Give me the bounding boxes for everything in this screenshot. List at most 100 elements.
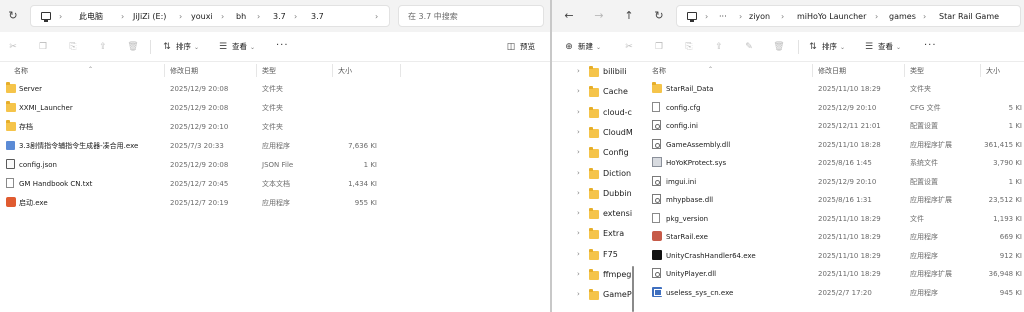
breadcrumb-bh[interactable]: bh bbox=[236, 11, 246, 22]
preview-button[interactable]: 预览 bbox=[520, 42, 535, 52]
breadcrumb-ziyon[interactable]: ziyon bbox=[749, 11, 770, 22]
expand-chevron-icon[interactable]: › bbox=[577, 189, 580, 197]
column-name[interactable]: 名称 bbox=[652, 66, 666, 76]
file-row[interactable]: imgui.ini 2025/12/9 20:10 配置设置 1 KI bbox=[638, 173, 1024, 191]
view-icon[interactable]: ☰ bbox=[862, 41, 876, 53]
more-options-button[interactable]: ··· bbox=[276, 40, 289, 51]
expand-chevron-icon[interactable]: › bbox=[577, 290, 580, 298]
tree-item[interactable]: › bilibili bbox=[552, 62, 632, 82]
tree-item[interactable]: › CloudM bbox=[552, 123, 632, 143]
file-row[interactable]: 存档 2025/12/9 20:10 文件夹 bbox=[0, 118, 550, 136]
tree-item[interactable]: › GamePl bbox=[552, 285, 632, 305]
tree-item[interactable]: › Diction bbox=[552, 164, 632, 184]
view-button[interactable]: 查看 ⌄ bbox=[878, 42, 901, 53]
file-row[interactable]: UnityCrashHandler64.exe 2025/11/10 18:29 应… bbox=[638, 247, 1024, 265]
cut-icon[interactable]: ✂ bbox=[6, 41, 20, 53]
tree-item[interactable]: › F75 bbox=[552, 245, 632, 265]
view-icon[interactable]: ☰ bbox=[216, 41, 230, 53]
sort-icon[interactable]: ⇅ bbox=[806, 41, 820, 53]
expand-chevron-icon[interactable]: › bbox=[577, 108, 580, 116]
file-row[interactable]: XXMI_Launcher 2025/12/9 20:08 文件夹 bbox=[0, 99, 550, 117]
tree-item[interactable]: › extensi bbox=[552, 204, 632, 224]
column-size[interactable]: 大小 bbox=[338, 66, 352, 76]
breadcrumb-drive[interactable]: JiJiZi (E:) bbox=[133, 11, 166, 22]
copy-icon[interactable]: ❐ bbox=[36, 41, 50, 53]
tree-scrollbar-thumb[interactable] bbox=[632, 266, 634, 312]
file-row[interactable]: GM Handbook CN.txt 2025/12/7 20:45 文本文档 1,4… bbox=[0, 175, 550, 193]
share-icon[interactable]: ⇪ bbox=[96, 41, 110, 53]
up-icon[interactable]: ↑ bbox=[622, 9, 636, 23]
cut-icon[interactable]: ✂ bbox=[622, 41, 636, 53]
left-search-input[interactable]: 在 3.7 中搜索 bbox=[398, 5, 544, 27]
rename-icon[interactable]: ✎ bbox=[742, 41, 756, 53]
sort-button[interactable]: 排序 ⌄ bbox=[822, 42, 845, 53]
tree-item[interactable]: › Config bbox=[552, 143, 632, 163]
refresh-icon[interactable]: ↻ bbox=[6, 9, 20, 23]
this-pc-icon[interactable] bbox=[687, 12, 697, 22]
column-divider[interactable] bbox=[980, 64, 981, 77]
expand-chevron-icon[interactable]: › bbox=[577, 169, 580, 177]
column-date[interactable]: 修改日期 bbox=[818, 66, 846, 76]
file-row[interactable]: config.json 2025/12/9 20:08 JSON File 1 KI bbox=[0, 156, 550, 174]
expand-chevron-icon[interactable]: › bbox=[577, 250, 580, 258]
file-row[interactable]: GameAssembly.dll 2025/11/10 18:28 应用程序扩展 36… bbox=[638, 136, 1024, 154]
tree-item[interactable]: › ffmpeg bbox=[552, 265, 632, 285]
breadcrumb-ellipsis[interactable]: ··· bbox=[719, 11, 727, 22]
delete-icon[interactable]: 🗑 bbox=[772, 41, 786, 53]
tree-item[interactable]: › cloud-c bbox=[552, 103, 632, 123]
expand-chevron-icon[interactable]: › bbox=[577, 87, 580, 95]
breadcrumb-3-7-current[interactable]: 3.7 bbox=[311, 11, 324, 22]
column-size[interactable]: 大小 bbox=[986, 66, 1000, 76]
column-divider[interactable] bbox=[812, 64, 813, 77]
file-row[interactable]: config.ini 2025/12/11 21:01 配置设置 1 KI bbox=[638, 117, 1024, 135]
forward-icon[interactable]: → bbox=[592, 9, 606, 23]
copy-icon[interactable]: ❐ bbox=[652, 41, 666, 53]
back-icon[interactable]: ← bbox=[562, 9, 576, 23]
expand-chevron-icon[interactable]: › bbox=[577, 67, 580, 75]
file-row[interactable]: mhypbase.dll 2025/8/16 1:31 应用程序扩展 23,512 K… bbox=[638, 191, 1024, 209]
expand-chevron-icon[interactable]: › bbox=[577, 229, 580, 237]
delete-icon[interactable]: 🗑 bbox=[126, 41, 140, 53]
file-row[interactable]: useless_sys_cn.exe 2025/2/7 17:20 应用程序 945 … bbox=[638, 284, 1024, 302]
sort-icon[interactable]: ⇅ bbox=[160, 41, 174, 53]
new-item-icon[interactable]: ⊕ bbox=[562, 41, 576, 53]
breadcrumb-this-pc[interactable]: 此电脑 bbox=[79, 11, 103, 22]
file-row[interactable]: HoYoKProtect.sys 2025/8/16 1:45 系统文件 3,790 … bbox=[638, 154, 1024, 172]
refresh-icon[interactable]: ↻ bbox=[652, 9, 666, 23]
file-row[interactable]: StarRail.exe 2025/11/10 18:29 应用程序 669 KI bbox=[638, 228, 1024, 246]
left-breadcrumb[interactable]: › 此电脑 › JiJiZi (E:) › youxi › bh › 3.7 ›… bbox=[30, 5, 390, 27]
right-breadcrumb[interactable]: › ··· › ziyon › miHoYo Launcher › games … bbox=[676, 5, 1021, 27]
column-type[interactable]: 类型 bbox=[910, 66, 924, 76]
file-row[interactable]: 3.3剧情指令辅指令生成器-凑合用.exe 2025/7/3 20:33 应用程序 7… bbox=[0, 137, 550, 155]
breadcrumb-games[interactable]: games bbox=[889, 11, 916, 22]
column-type[interactable]: 类型 bbox=[262, 66, 276, 76]
view-button[interactable]: 查看 ⌄ bbox=[232, 42, 255, 53]
breadcrumb-3-7-parent[interactable]: 3.7 bbox=[273, 11, 286, 22]
paste-icon[interactable]: ⎘ bbox=[682, 41, 696, 53]
tree-item[interactable]: › Extra bbox=[552, 224, 632, 244]
expand-chevron-icon[interactable]: › bbox=[577, 148, 580, 156]
preview-pane-icon[interactable]: ◫ bbox=[504, 41, 518, 53]
column-divider[interactable] bbox=[256, 64, 257, 77]
expand-chevron-icon[interactable]: › bbox=[577, 270, 580, 278]
column-divider[interactable] bbox=[400, 64, 401, 77]
breadcrumb-youxi[interactable]: youxi bbox=[191, 11, 213, 22]
file-row[interactable]: config.cfg 2025/12/9 20:10 CFG 文件 5 KI bbox=[638, 99, 1024, 117]
file-row[interactable]: StarRail_Data 2025/11/10 18:29 文件夹 bbox=[638, 80, 1024, 98]
column-divider[interactable] bbox=[164, 64, 165, 77]
expand-chevron-icon[interactable]: › bbox=[577, 209, 580, 217]
tree-item[interactable]: › Cache bbox=[552, 82, 632, 102]
breadcrumb-mihoyo-launcher[interactable]: miHoYo Launcher bbox=[797, 11, 866, 22]
column-date[interactable]: 修改日期 bbox=[170, 66, 198, 76]
new-button[interactable]: 新建 ⌄ bbox=[578, 42, 601, 53]
column-divider[interactable] bbox=[332, 64, 333, 77]
file-row[interactable]: Server 2025/12/9 20:08 文件夹 bbox=[0, 80, 550, 98]
file-row[interactable]: pkg_version 2025/11/10 18:29 文件 1,193 KI bbox=[638, 210, 1024, 228]
breadcrumb-star-rail-game[interactable]: Star Rail Game bbox=[939, 11, 999, 22]
expand-chevron-icon[interactable]: › bbox=[577, 128, 580, 136]
this-pc-icon[interactable] bbox=[41, 12, 51, 22]
share-icon[interactable]: ⇪ bbox=[712, 41, 726, 53]
file-row[interactable]: UnityPlayer.dll 2025/11/10 18:29 应用程序扩展 36,… bbox=[638, 265, 1024, 283]
paste-icon[interactable]: ⎘ bbox=[66, 41, 80, 53]
file-row[interactable]: 启动.exe 2025/12/7 20:19 应用程序 955 KI bbox=[0, 194, 550, 212]
